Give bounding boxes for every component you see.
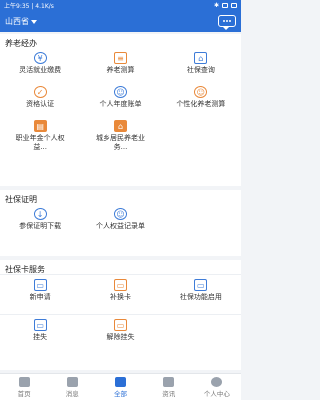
new-card-icon: ▭ (33, 279, 47, 291)
news-icon (163, 377, 175, 387)
battery-icon (231, 2, 237, 8)
chat-icon[interactable] (218, 15, 236, 30)
pension-item[interactable]: ☺ 个人年度账单 (80, 82, 160, 116)
annuity-icon: ▤ (33, 120, 47, 132)
item-label: 新申请 (29, 293, 51, 301)
user-icon (211, 377, 223, 387)
resident-icon: ⌂ (113, 120, 127, 132)
tab-all[interactable]: 全部 (96, 374, 144, 400)
message-icon (66, 377, 78, 387)
status-bar: 上午9:35 | 4.1K/s ✱ (0, 0, 241, 10)
pension-item[interactable]: ▤ 职业年金个人权益... (0, 116, 80, 160)
tab-news[interactable]: 资讯 (145, 374, 193, 400)
tab-label: 资讯 (162, 390, 176, 398)
region-label: 山西省 (5, 16, 29, 26)
pension-section: 养老经办 ¥ 灵活就业缴费 ≡ 养老测算 ⌂ 社保查询 ✓ 资格认证 ☺ 个人年… (0, 34, 241, 186)
pension-item[interactable]: ⌂ 城乡居民养老业务... (80, 116, 160, 160)
pension-item[interactable]: ✓ 资格认证 (0, 82, 80, 116)
proof-section: 社保证明 ↓ 参保证明下载 ☺ 个人权益记录单 (0, 190, 241, 256)
tab-label: 消息 (65, 390, 79, 398)
item-label: 个人权益记录单 (95, 222, 145, 230)
calc-icon: ≡ (113, 52, 127, 64)
item-label: 挂失 (33, 333, 48, 341)
qualify-icon: ✓ (33, 86, 47, 98)
item-label: 职业年金个人权益... (15, 134, 65, 151)
section-title: 社保卡服务 (5, 265, 45, 274)
proof-grid: ↓ 参保证明下载 ☺ 个人权益记录单 (0, 204, 241, 244)
report-loss-icon: ▭ (33, 319, 47, 331)
top-header: 山西省 (0, 10, 241, 32)
item-label: 参保证明下载 (19, 222, 62, 230)
item-label: 补换卡 (109, 293, 131, 301)
download-icon: ↓ (33, 208, 47, 220)
card-item[interactable]: ▭ 解除挂失 (80, 315, 160, 355)
region-selector[interactable]: 山西省 (5, 16, 37, 27)
bottom-tab-bar: 首页 消息 全部 资讯 个人中心 (0, 373, 241, 400)
enable-icon: ▭ (194, 279, 208, 291)
proof-item[interactable]: ↓ 参保证明下载 (0, 204, 80, 244)
proof-item[interactable]: ☺ 个人权益记录单 (80, 204, 160, 244)
pension-item[interactable]: ¥ 灵活就业缴费 (0, 48, 80, 82)
insure-query-icon: ⌂ (194, 52, 208, 64)
custom-calc-icon: ☺ (194, 86, 208, 98)
card-item[interactable]: ▭ 补换卡 (80, 275, 160, 315)
tab-label: 个人中心 (203, 390, 230, 398)
pension-grid: ¥ 灵活就业缴费 ≡ 养老测算 ⌂ 社保查询 ✓ 资格认证 ☺ 个人年度账单 ☺… (0, 48, 241, 160)
wifi-icon (222, 2, 228, 8)
item-label: 社保功能启用 (179, 293, 222, 301)
replace-card-icon: ▭ (113, 279, 127, 291)
item-label: 灵活就业缴费 (19, 66, 62, 74)
flex-pay-icon: ¥ (33, 52, 47, 64)
card-row: ▭ 挂失 ▭ 解除挂失 (0, 314, 241, 354)
item-label: 资格认证 (26, 100, 55, 108)
item-label: 个人年度账单 (99, 100, 142, 108)
tab-profile[interactable]: 个人中心 (193, 374, 241, 400)
tab-home[interactable]: 首页 (0, 374, 48, 400)
card-item[interactable]: ▭ 社保功能启用 (161, 275, 241, 315)
card-item[interactable]: ▭ 新申请 (0, 275, 80, 315)
status-icons: ✱ (214, 2, 237, 9)
item-label: 解除挂失 (106, 333, 135, 341)
pension-item[interactable]: ⌂ 社保查询 (161, 48, 241, 82)
tab-label: 首页 (17, 390, 31, 398)
item-label: 社保查询 (186, 66, 215, 74)
pension-item[interactable]: ≡ 养老测算 (80, 48, 160, 82)
card-row: ▭ 新申请 ▭ 补换卡 ▭ 社保功能启用 (0, 274, 241, 314)
section-title: 养老经办 (5, 39, 37, 48)
record-icon: ☺ (113, 208, 127, 220)
bill-icon: ☺ (113, 86, 127, 98)
bluetooth-icon: ✱ (213, 1, 219, 9)
tab-label: 全部 (113, 390, 127, 398)
cancel-loss-icon: ▭ (113, 319, 127, 331)
item-label: 个性化养老测算 (176, 100, 226, 108)
status-text: 上午9:35 | 4.1K/s (4, 2, 54, 10)
item-label: 城乡居民养老业务... (95, 134, 145, 151)
card-section: 社保卡服务 ▭ 新申请 ▭ 补换卡 ▭ 社保功能启用 ▭ 挂失 ▭ 解除挂失 (0, 260, 241, 370)
chevron-down-icon (31, 19, 37, 24)
section-title: 社保证明 (5, 195, 37, 204)
item-label: 养老测算 (106, 66, 135, 74)
grid-icon (114, 377, 126, 387)
home-icon (18, 377, 30, 387)
card-item[interactable]: ▭ 挂失 (0, 315, 80, 355)
pension-item[interactable]: ☺ 个性化养老测算 (161, 82, 241, 116)
tab-message[interactable]: 消息 (48, 374, 96, 400)
card-item-empty (161, 315, 241, 355)
